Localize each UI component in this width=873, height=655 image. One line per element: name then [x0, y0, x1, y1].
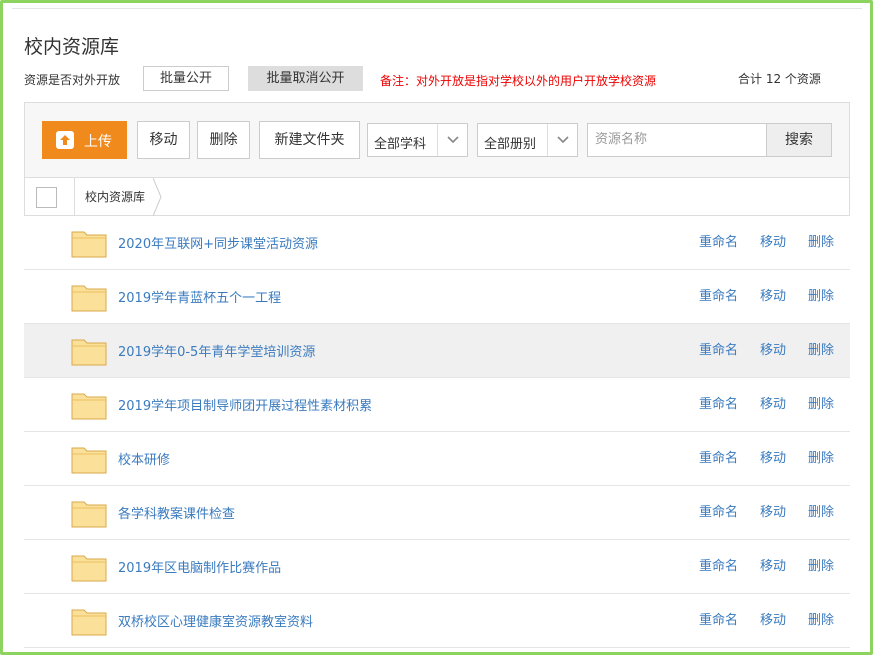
folder-name-link[interactable]: 2019学年0-5年青年学堂培训资源 — [118, 341, 315, 360]
delete-link[interactable]: 删除 — [808, 339, 834, 358]
rename-link[interactable]: 重命名 — [699, 555, 738, 574]
list-item[interactable]: 各学科教案课件检查 重命名 移动 删除 — [24, 486, 850, 540]
move-link[interactable]: 移动 — [760, 609, 786, 628]
breadcrumb-separator-icon — [153, 178, 162, 216]
list-item[interactable]: 2019学年0-5年青年学堂培训资源 重命名 移动 删除 — [24, 324, 850, 378]
open-settings-row: 资源是否对外开放 批量公开 批量取消公开 备注：对外开放是指对学校以外的用户开放… — [24, 66, 844, 91]
note-text: 备注：对外开放是指对学校以外的用户开放学校资源 — [380, 74, 657, 88]
folder-icon — [71, 501, 107, 528]
list-item[interactable]: 双桥校区心理健康室资源教室资料 重命名 移动 删除 — [24, 594, 850, 648]
folder-name-link[interactable]: 双桥校区心理健康室资源教室资料 — [118, 611, 313, 630]
folder-icon — [71, 393, 107, 420]
subject-select[interactable]: 全部学科 — [367, 123, 468, 157]
delete-link[interactable]: 删除 — [808, 393, 834, 412]
rename-link[interactable]: 重命名 — [699, 501, 738, 520]
chevron-down-icon — [437, 124, 467, 156]
rename-link[interactable]: 重命名 — [699, 285, 738, 304]
folder-icon — [71, 555, 107, 582]
toolbar: 上传 移动 删除 新建文件夹 全部学科 全部册别 资源名称 搜索 — [25, 103, 849, 177]
folder-icon — [71, 447, 107, 474]
move-link[interactable]: 移动 — [760, 393, 786, 412]
search-button[interactable]: 搜索 — [766, 123, 832, 157]
volume-select-value: 全部册别 — [484, 137, 537, 152]
folder-icon — [71, 339, 107, 366]
subject-select-value: 全部学科 — [374, 137, 427, 152]
resource-list: 2020年互联网+同步课堂活动资源 重命名 移动 删除 2019学年青蓝杯五个一工程 重命… — [24, 216, 850, 648]
delete-link[interactable]: 删除 — [808, 609, 834, 628]
new-folder-button[interactable]: 新建文件夹 — [259, 121, 360, 159]
rename-link[interactable]: 重命名 — [699, 447, 738, 466]
toolbar-panel: 上传 移动 删除 新建文件夹 全部学科 全部册别 资源名称 搜索 校内资源库 — [24, 102, 850, 216]
delete-link[interactable]: 删除 — [808, 231, 834, 250]
list-item[interactable]: 校本研修 重命名 移动 删除 — [24, 432, 850, 486]
move-button[interactable]: 移动 — [137, 121, 190, 159]
move-link[interactable]: 移动 — [760, 231, 786, 250]
rename-link[interactable]: 重命名 — [699, 339, 738, 358]
delete-button[interactable]: 删除 — [197, 121, 250, 159]
batch-unpublic-button[interactable]: 批量取消公开 — [248, 66, 363, 91]
batch-public-button[interactable]: 批量公开 — [143, 66, 229, 91]
list-item[interactable]: 2019学年青蓝杯五个一工程 重命名 移动 删除 — [24, 270, 850, 324]
move-link[interactable]: 移动 — [760, 285, 786, 304]
delete-link[interactable]: 删除 — [808, 501, 834, 520]
folder-name-link[interactable]: 校本研修 — [118, 449, 170, 468]
volume-select[interactable]: 全部册别 — [477, 123, 578, 157]
delete-link[interactable]: 删除 — [808, 447, 834, 466]
chevron-down-icon — [547, 124, 577, 156]
move-link[interactable]: 移动 — [760, 339, 786, 358]
move-link[interactable]: 移动 — [760, 555, 786, 574]
folder-name-link[interactable]: 2019年区电脑制作比赛作品 — [118, 557, 281, 576]
open-label: 资源是否对外开放 — [24, 73, 121, 87]
move-link[interactable]: 移动 — [760, 501, 786, 520]
page-title: 校内资源库 — [24, 36, 120, 58]
folder-icon — [71, 609, 107, 636]
upload-button[interactable]: 上传 — [42, 121, 127, 159]
folder-name-link[interactable]: 2019学年青蓝杯五个一工程 — [118, 287, 281, 306]
rename-link[interactable]: 重命名 — [699, 609, 738, 628]
divider — [12, 8, 862, 9]
upload-icon — [56, 131, 74, 149]
move-link[interactable]: 移动 — [760, 447, 786, 466]
breadcrumb-root[interactable]: 校内资源库 — [74, 178, 155, 216]
delete-link[interactable]: 删除 — [808, 285, 834, 304]
search-input[interactable]: 资源名称 — [587, 123, 767, 157]
folder-name-link[interactable]: 2019学年项目制导师团开展过程性素材积累 — [118, 395, 372, 414]
rename-link[interactable]: 重命名 — [699, 393, 738, 412]
folder-name-link[interactable]: 各学科教案课件检查 — [118, 503, 235, 522]
breadcrumb: 校内资源库 — [25, 177, 849, 216]
list-item[interactable]: 2019学年项目制导师团开展过程性素材积累 重命名 移动 删除 — [24, 378, 850, 432]
delete-link[interactable]: 删除 — [808, 555, 834, 574]
select-all-checkbox[interactable] — [36, 187, 57, 208]
folder-name-link[interactable]: 2020年互联网+同步课堂活动资源 — [118, 233, 318, 252]
total-count: 合计 12 个资源 — [738, 72, 821, 86]
folder-icon — [71, 285, 107, 312]
folder-icon — [71, 231, 107, 258]
list-item[interactable]: 2020年互联网+同步课堂活动资源 重命名 移动 删除 — [24, 216, 850, 270]
list-item[interactable]: 2019年区电脑制作比赛作品 重命名 移动 删除 — [24, 540, 850, 594]
rename-link[interactable]: 重命名 — [699, 231, 738, 250]
upload-label: 上传 — [84, 134, 112, 150]
